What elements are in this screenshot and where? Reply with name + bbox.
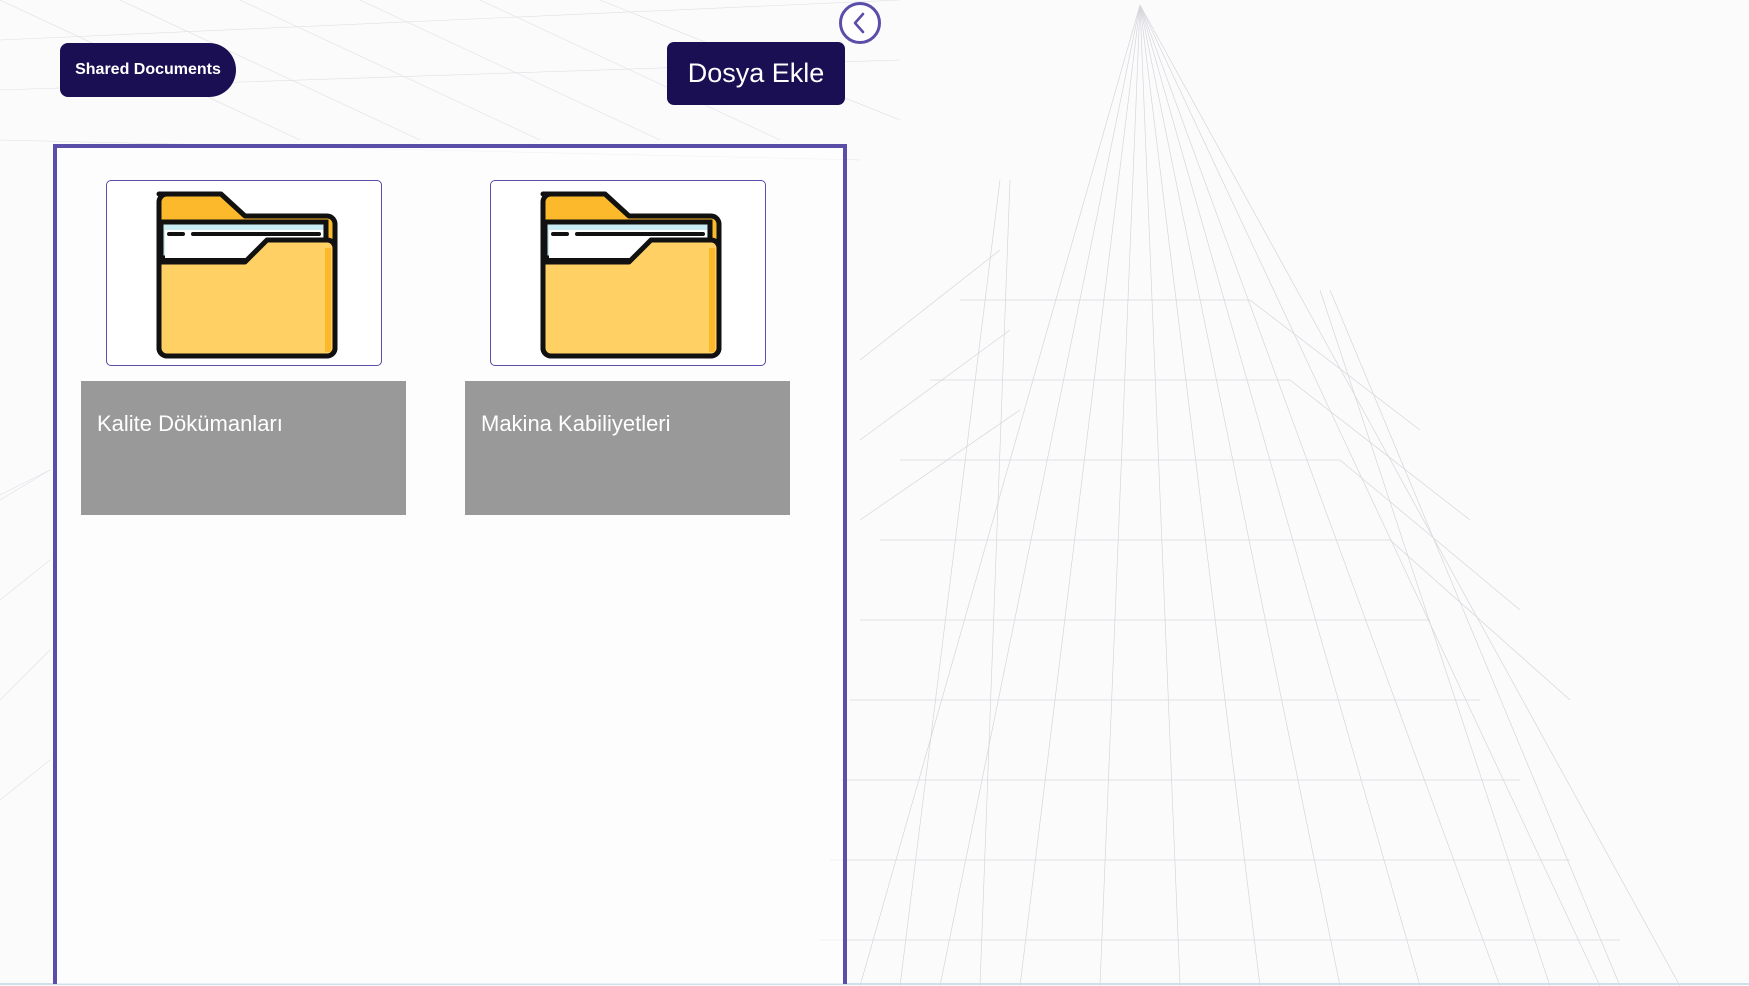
app-screen: Shared Documents Dosya Ekle Kalite Döküm…: [0, 0, 1749, 986]
add-file-label: Dosya Ekle: [687, 58, 825, 88]
folder-card-kalite[interactable]: [106, 180, 382, 366]
folder-card-makina[interactable]: [490, 180, 766, 366]
shared-documents-button[interactable]: Shared Documents: [60, 43, 236, 97]
folder-label-card-kalite[interactable]: Kalite Dökümanları: [81, 381, 406, 515]
folder-label-card-makina[interactable]: Makina Kabiliyetleri: [465, 381, 790, 515]
folder-icon: [156, 191, 338, 359]
folder-icon: [540, 191, 722, 359]
folders-panel: Kalite Dökümanları Makina Kabiliyetleri: [53, 144, 847, 984]
shared-documents-label: Shared Documents: [75, 61, 221, 78]
chevron-left-icon: [853, 12, 865, 34]
folder-name-kalite: Kalite Dökümanları: [97, 411, 283, 436]
folder-name-makina: Makina Kabiliyetleri: [481, 411, 671, 436]
back-button[interactable]: [839, 2, 881, 44]
add-file-button[interactable]: Dosya Ekle: [667, 42, 845, 105]
